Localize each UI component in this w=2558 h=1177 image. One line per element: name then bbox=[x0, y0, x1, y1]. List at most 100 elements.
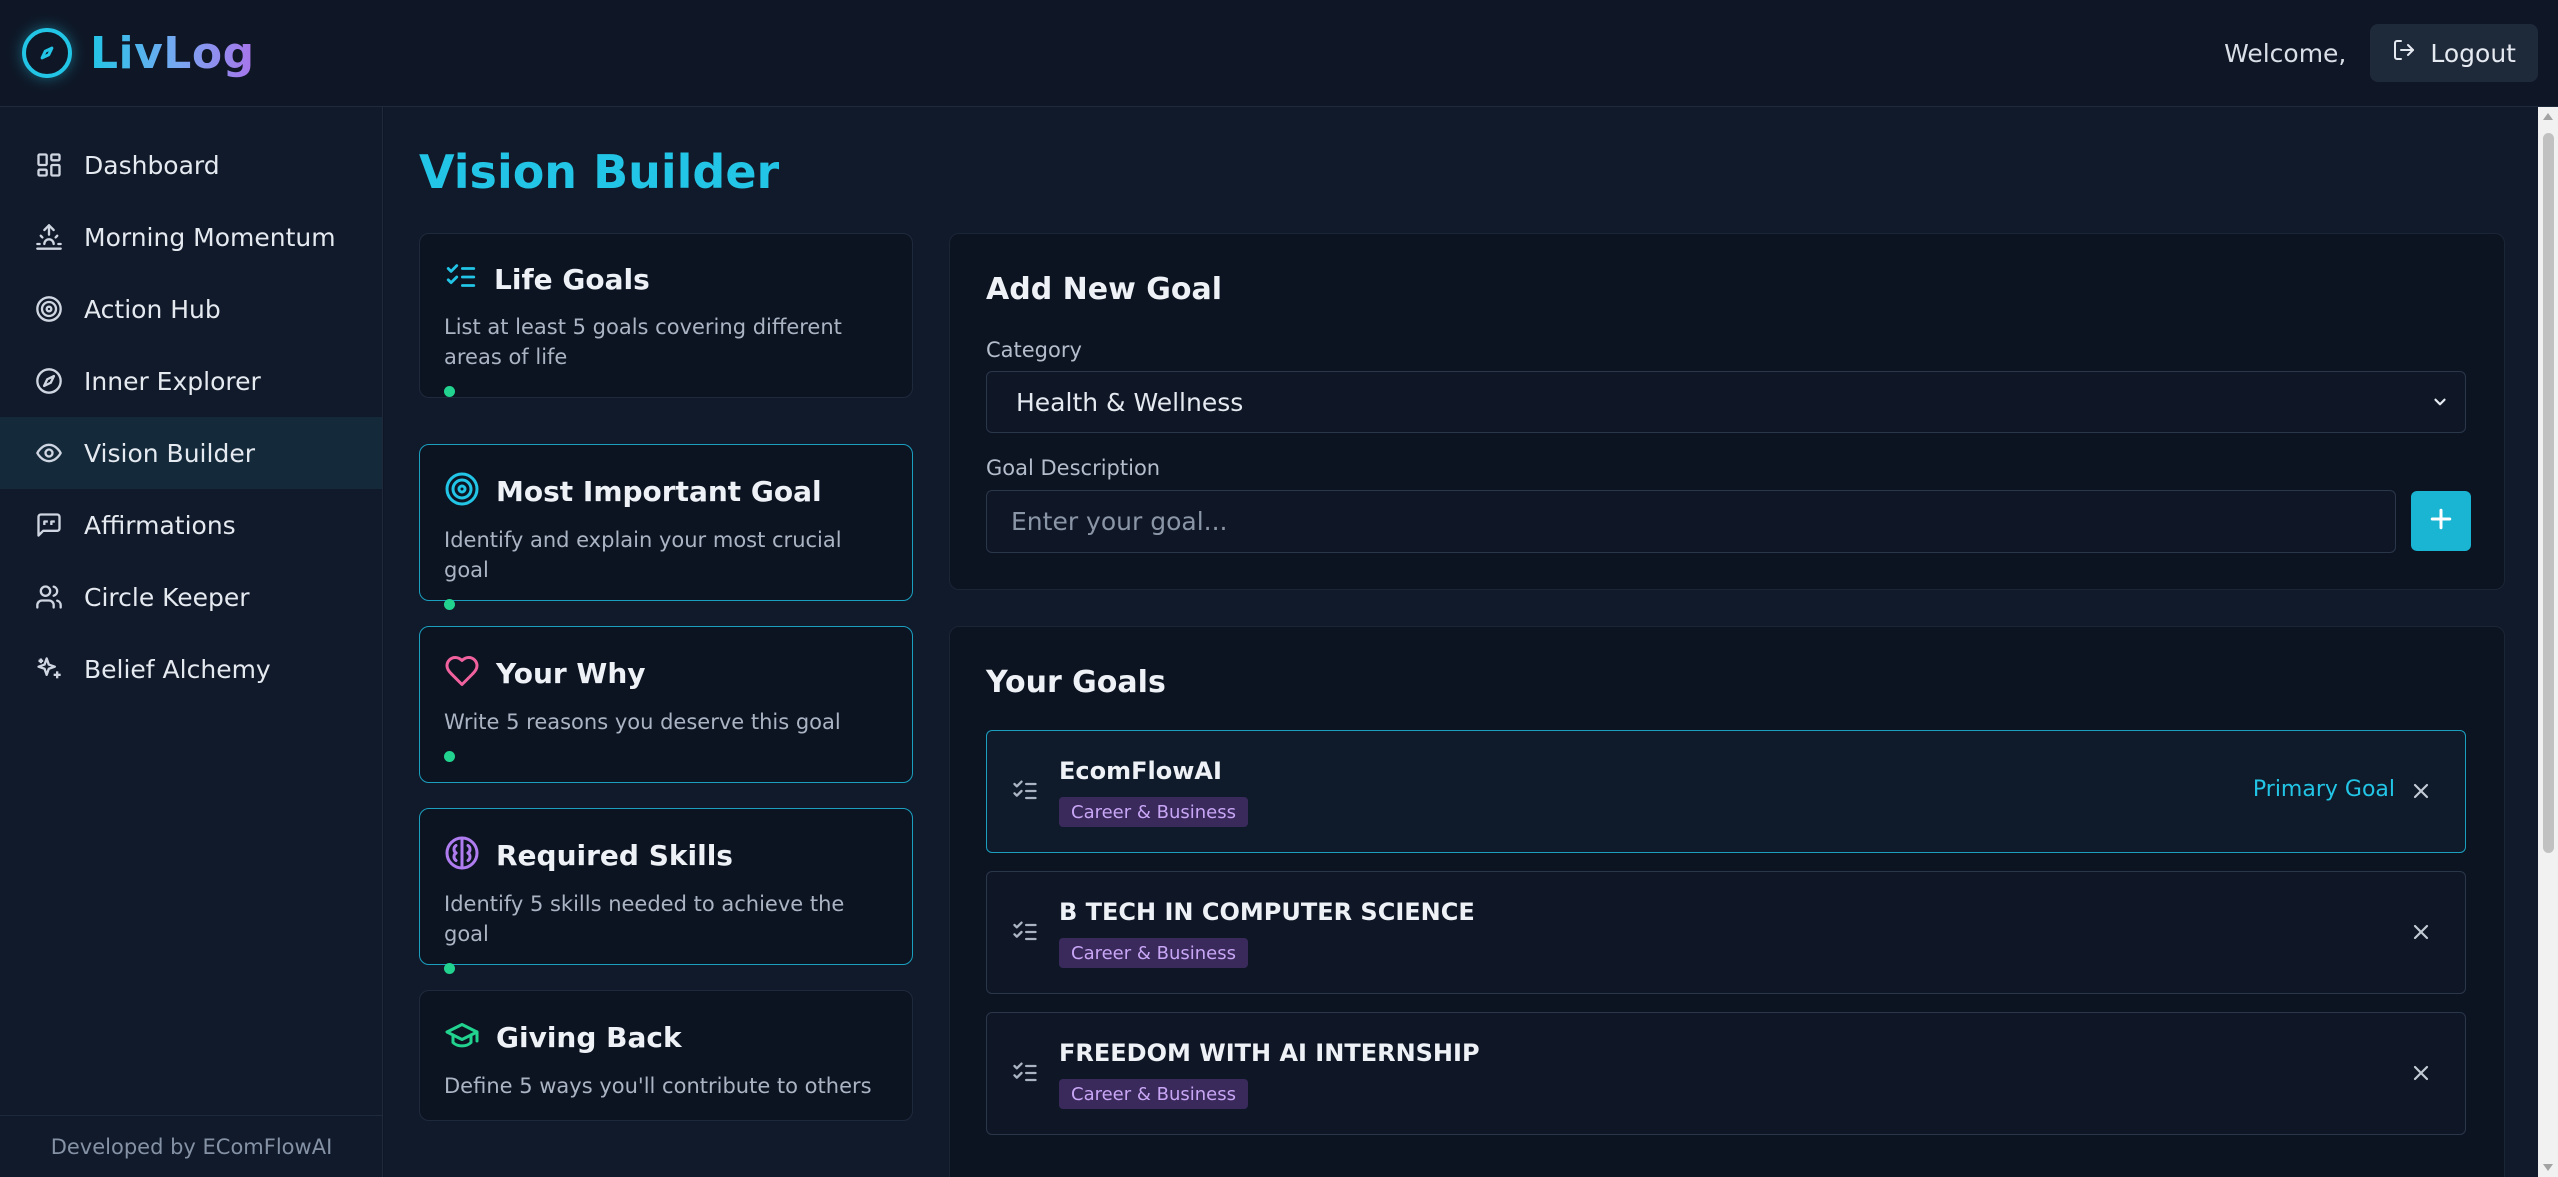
brain-icon bbox=[444, 835, 480, 875]
add-goal-button[interactable] bbox=[2411, 491, 2471, 551]
goal-name: FREEDOM WITH AI INTERNSHIP bbox=[1059, 1039, 1480, 1067]
scroll-down-arrow[interactable] bbox=[2543, 1164, 2553, 1171]
users-icon bbox=[34, 582, 64, 612]
sidebar-item-action-hub[interactable]: Action Hub bbox=[0, 273, 382, 345]
welcome-text: Welcome, bbox=[2224, 38, 2347, 68]
sidebar-item-dashboard[interactable]: Dashboard bbox=[0, 129, 382, 201]
step-desc: Define 5 ways you'll contribute to other… bbox=[444, 1074, 872, 1098]
dashboard-icon bbox=[34, 150, 64, 180]
chevron-down-icon bbox=[2431, 388, 2449, 417]
scroll-up-arrow[interactable] bbox=[2543, 113, 2553, 120]
sidebar-item-label: Morning Momentum bbox=[84, 222, 336, 252]
status-dot bbox=[444, 963, 455, 974]
step-head: Most Important Goal bbox=[444, 471, 888, 511]
list-checks-icon bbox=[1011, 918, 1039, 950]
step-head: Your Why bbox=[444, 653, 888, 693]
primary-goal-badge: Primary Goal bbox=[2252, 777, 2395, 802]
goal-description-input[interactable] bbox=[986, 490, 2396, 553]
step-desc: List at least 5 goals covering different… bbox=[444, 315, 842, 369]
sidebar-item-inner-explorer[interactable]: Inner Explorer bbox=[0, 345, 382, 417]
step-title: Your Why bbox=[496, 656, 646, 690]
graduation-cap-icon bbox=[444, 1017, 480, 1057]
goal-row[interactable]: EcomFlowAI Career & Business Primary Goa… bbox=[986, 730, 2466, 853]
top-bar: LivLog Welcome, Logout bbox=[0, 0, 2558, 107]
category-value: Health & Wellness bbox=[1016, 387, 1244, 417]
sidebar-item-label: Inner Explorer bbox=[84, 366, 261, 396]
close-icon[interactable] bbox=[2409, 779, 2433, 807]
goal-row[interactable]: B TECH IN COMPUTER SCIENCE Career & Busi… bbox=[986, 871, 2466, 994]
step-desc: Identify 5 skills needed to achieve the … bbox=[444, 892, 845, 946]
header-actions: Welcome, Logout bbox=[2224, 24, 2538, 82]
brand-name: LivLog bbox=[90, 27, 255, 79]
eye-icon bbox=[34, 438, 64, 468]
step-desc: Identify and explain your most crucial g… bbox=[444, 528, 842, 582]
step-desc: Write 5 reasons you deserve this goal bbox=[444, 710, 841, 734]
message-quote-icon bbox=[34, 510, 64, 540]
brand[interactable]: LivLog bbox=[22, 28, 255, 79]
sunrise-icon bbox=[34, 222, 64, 252]
sidebar-item-circle-keeper[interactable]: Circle Keeper bbox=[0, 561, 382, 633]
sidebar-item-label: Circle Keeper bbox=[84, 582, 250, 612]
your-goals-panel: Your Goals EcomFlowAI Career & Business … bbox=[949, 626, 2505, 1177]
step-card-required-skills[interactable]: Required Skills Identify 5 skills needed… bbox=[419, 808, 913, 974]
list-checks-icon bbox=[1011, 1059, 1039, 1091]
sparkles-icon bbox=[34, 654, 64, 684]
step-card-your-why[interactable]: Your Why Write 5 reasons you deserve thi… bbox=[419, 626, 913, 783]
step-title: Life Goals bbox=[494, 262, 650, 296]
heart-icon bbox=[444, 653, 480, 693]
your-goals-title: Your Goals bbox=[986, 665, 1166, 700]
step-head: Required Skills bbox=[444, 835, 888, 875]
add-goal-panel: Add New Goal Category Health & Wellness … bbox=[949, 233, 2505, 590]
sidebar: Dashboard Morning Momentum Action Hub In… bbox=[0, 107, 383, 1177]
step-head: Giving Back bbox=[444, 1017, 888, 1057]
step-title: Most Important Goal bbox=[496, 474, 822, 508]
category-badge: Career & Business bbox=[1059, 1079, 1249, 1109]
status-dot bbox=[444, 599, 455, 610]
step-card-life-goals[interactable]: Life Goals List at least 5 goals coverin… bbox=[419, 233, 913, 398]
target-icon bbox=[34, 294, 64, 324]
close-icon[interactable] bbox=[2409, 920, 2433, 948]
step-head: Life Goals bbox=[444, 260, 888, 298]
sidebar-nav: Dashboard Morning Momentum Action Hub In… bbox=[0, 107, 382, 705]
sidebar-item-belief-alchemy[interactable]: Belief Alchemy bbox=[0, 633, 382, 705]
target-icon bbox=[444, 471, 480, 511]
step-title: Giving Back bbox=[496, 1020, 682, 1054]
sidebar-item-affirmations[interactable]: Affirmations bbox=[0, 489, 382, 561]
description-label: Goal Description bbox=[986, 456, 1161, 480]
logout-label: Logout bbox=[2430, 38, 2516, 68]
compass-icon bbox=[22, 28, 72, 78]
goal-name: EcomFlowAI bbox=[1059, 757, 1222, 785]
page-title: Vision Builder bbox=[419, 145, 780, 199]
sidebar-item-label: Dashboard bbox=[84, 150, 220, 180]
compass-icon bbox=[34, 366, 64, 396]
logout-icon bbox=[2392, 38, 2416, 68]
step-card-giving-back[interactable]: Giving Back Define 5 ways you'll contrib… bbox=[419, 990, 913, 1121]
sidebar-item-label: Affirmations bbox=[84, 510, 236, 540]
category-select[interactable]: Health & Wellness bbox=[986, 371, 2466, 433]
logout-button[interactable]: Logout bbox=[2370, 24, 2538, 82]
status-dot bbox=[444, 751, 455, 762]
status-dot bbox=[444, 386, 455, 397]
add-goal-title: Add New Goal bbox=[986, 272, 1222, 307]
list-checks-icon bbox=[444, 260, 478, 298]
category-label: Category bbox=[986, 338, 1082, 362]
step-card-most-important-goal[interactable]: Most Important Goal Identify and explain… bbox=[419, 444, 913, 610]
app: LivLog Welcome, Logout Dashboard Morning… bbox=[0, 0, 2558, 1177]
scrollbar[interactable] bbox=[2538, 107, 2558, 1177]
category-badge: Career & Business bbox=[1059, 797, 1249, 827]
sidebar-item-vision-builder[interactable]: Vision Builder bbox=[0, 417, 382, 489]
sidebar-footer: Developed by EComFlowAI bbox=[0, 1115, 383, 1177]
step-title: Required Skills bbox=[496, 838, 733, 872]
scrollbar-thumb[interactable] bbox=[2543, 133, 2554, 853]
category-badge: Career & Business bbox=[1059, 938, 1249, 968]
plus-icon bbox=[2426, 504, 2456, 538]
sidebar-item-label: Action Hub bbox=[84, 294, 221, 324]
sidebar-item-morning-momentum[interactable]: Morning Momentum bbox=[0, 201, 382, 273]
goal-name: B TECH IN COMPUTER SCIENCE bbox=[1059, 898, 1475, 926]
goal-row[interactable]: FREEDOM WITH AI INTERNSHIP Career & Busi… bbox=[986, 1012, 2466, 1135]
sidebar-item-label: Belief Alchemy bbox=[84, 654, 271, 684]
sidebar-item-label: Vision Builder bbox=[84, 438, 255, 468]
close-icon[interactable] bbox=[2409, 1061, 2433, 1089]
main-content: Vision Builder Life Goals List at least … bbox=[384, 107, 2538, 1177]
list-checks-icon bbox=[1011, 777, 1039, 809]
